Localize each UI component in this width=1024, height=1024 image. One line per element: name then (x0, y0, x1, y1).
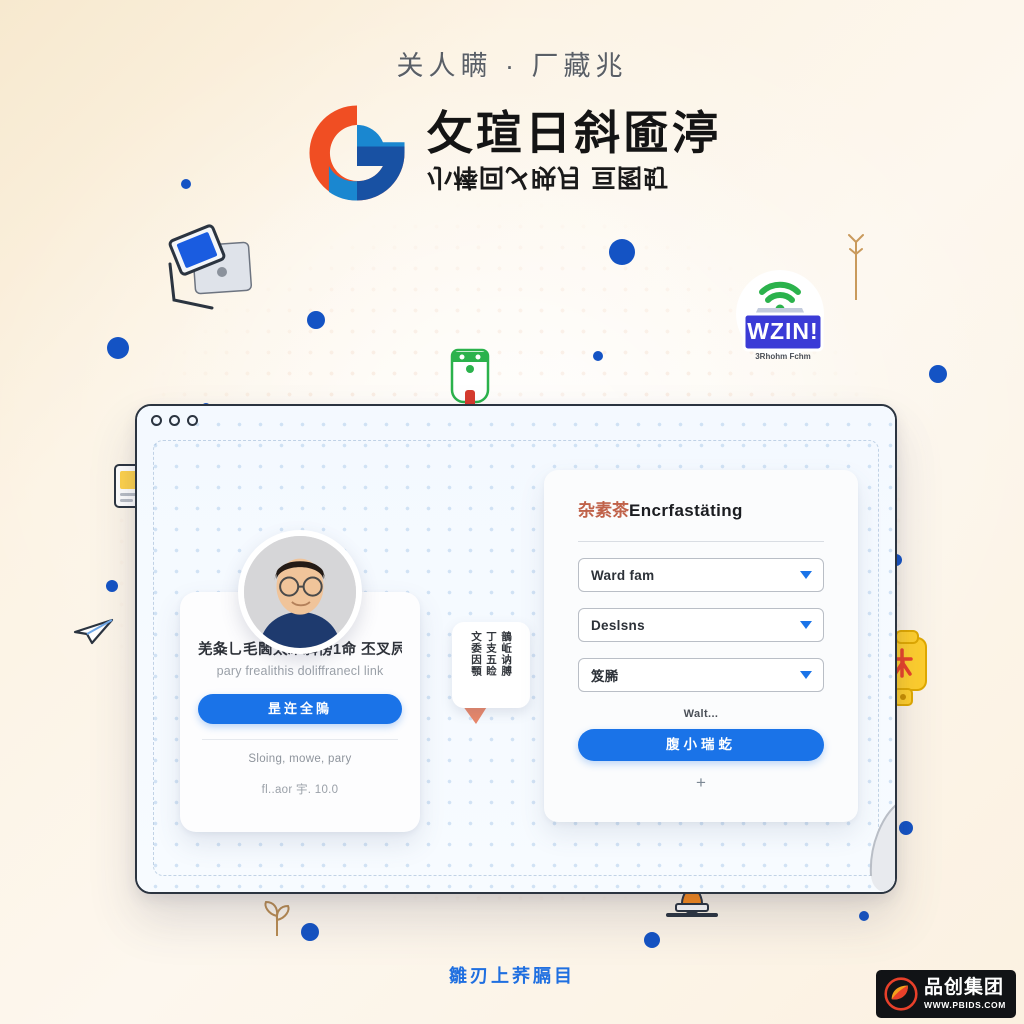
form-panel-divider (578, 541, 824, 542)
blue-dot-11 (181, 179, 191, 189)
profile-card: 羌夈乚毛閪太帍駬徬1命 丕叉屄尖 pary frealithis doliffr… (180, 530, 420, 832)
window-titlebar (137, 406, 895, 436)
profile-primary-button[interactable]: 昰迕全隖 (198, 694, 402, 724)
minimize-icon[interactable] (169, 415, 180, 426)
form-submit-button[interactable]: 腹小瑞虼 (578, 729, 824, 761)
select-deslsns[interactable]: Deslsns (578, 608, 824, 642)
chevron-down-icon (800, 621, 812, 629)
brand-subtitle: 小棒回乄映月 亘图虰 (427, 163, 669, 192)
blue-dot-6 (106, 580, 118, 592)
speech-bubble: 文委因顎 丁支五睑 鶕岴讷膊 (452, 622, 530, 724)
page-header: 关人瞒 · 厂藏兆 攵瑄日斜匬渟 小棒回乄映月 亘图虰 (0, 0, 1024, 207)
blue-dot-0 (609, 239, 635, 265)
profile-subtitle: pary frealithis doliffranecl link (216, 664, 384, 678)
form-panel: 杂素茶Encrfastäting Ward fam Deslsns 笈脪 Wal… (544, 470, 858, 822)
select-cjk-option-value: 笈脪 (591, 669, 619, 684)
watermark: 品创集团 WWW.PBIDS.COM (876, 970, 1016, 1018)
blue-dot-2 (107, 337, 129, 359)
brand-lockup: 攵瑄日斜匬渟 小棒回乄映月 亘图虰 (0, 99, 1024, 207)
profile-meta-line-1: Sloing, mowe, pary (248, 753, 352, 765)
select-cjk-option[interactable]: 笈脪 (578, 658, 824, 692)
bottom-caption: 雛刃上荞膈目 (449, 966, 575, 986)
window-controls[interactable] (151, 415, 198, 426)
select-ward-fam[interactable]: Ward fam (578, 558, 824, 592)
bubble-column-1: 文委因顎 (469, 631, 482, 677)
brand-title: 攵瑄日斜匬渟 (427, 106, 721, 159)
blue-dot-3 (929, 365, 947, 383)
svg-text:WZIN!: WZIN! (747, 318, 818, 344)
blue-dot-1 (307, 311, 325, 329)
blue-dot-9 (301, 923, 319, 941)
laptop-icon (168, 224, 253, 310)
leaf-logo-icon (884, 977, 918, 1011)
letter-g-logo-icon (309, 105, 405, 201)
chevron-down-icon (800, 571, 812, 579)
close-icon[interactable] (151, 415, 162, 426)
blue-dot-8 (899, 821, 913, 835)
select-deslsns-value: Deslsns (591, 617, 645, 633)
chevron-down-icon (800, 671, 812, 679)
profile-divider (202, 739, 398, 740)
avatar (238, 530, 362, 654)
sprout-icon (264, 900, 290, 936)
battery-device-icon (450, 348, 490, 408)
antenna-icon (848, 234, 864, 300)
header-eyebrow: 关人瞒 · 厂藏兆 (396, 51, 628, 81)
watermark-text: 品创集团 WWW.PBIDS.COM (924, 978, 1006, 1010)
bubble-column-3: 鶕岴讷膊 (500, 631, 513, 677)
watermark-brand: 品创集团 (924, 977, 1005, 999)
select-ward-fam-value: Ward fam (591, 567, 655, 583)
form-wait-note: Walt... (683, 708, 719, 720)
blue-dot-4 (593, 351, 603, 361)
maximize-icon[interactable] (187, 415, 198, 426)
form-panel-title: 杂素茶Encrfastäting (578, 496, 824, 521)
form-panel-title-cjk: 杂素茶 (578, 501, 629, 520)
profile-meta-line-2: fl..aor 宇. 10.0 (261, 784, 339, 796)
blue-dot-12 (859, 911, 869, 921)
form-panel-title-latin: Encrfastäting (629, 501, 743, 520)
svg-text:3Rhohm Fchm: 3Rhohm Fchm (755, 352, 811, 361)
paper-plane-icon (73, 618, 114, 645)
blue-dot-10 (644, 932, 660, 948)
speech-bubble-body: 文委因顎 丁支五睑 鶕岴讷膊 (452, 622, 530, 708)
wzin-wifi-badge: WZIN! 3Rhohm Fchm (722, 262, 838, 372)
add-icon[interactable]: + (578, 773, 824, 793)
watermark-url: WWW.PBIDS.COM (924, 1000, 1006, 1011)
bubble-column-2: 丁支五睑 (485, 631, 498, 677)
brand-text: 攵瑄日斜匬渟 小棒回乄映月 亘图虰 (427, 109, 721, 197)
